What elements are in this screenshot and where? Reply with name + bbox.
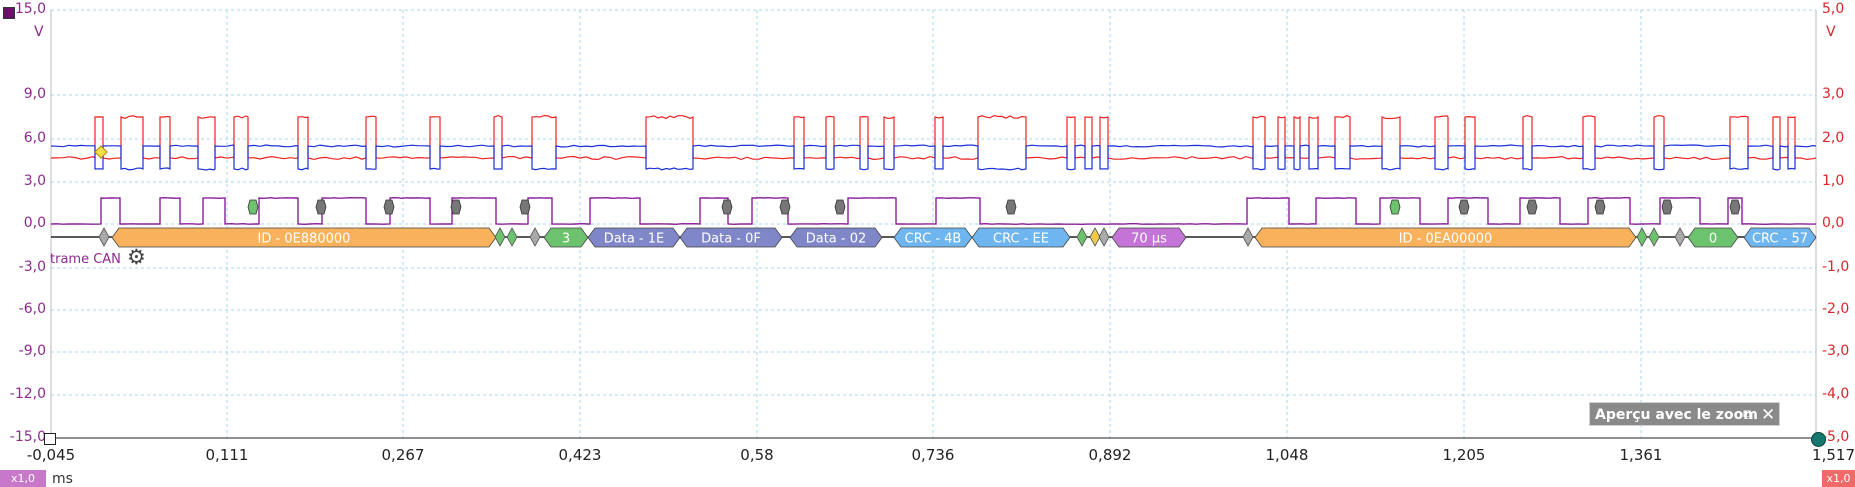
x-axis-tick: 1,361 bbox=[1601, 446, 1681, 464]
bit-marker bbox=[722, 200, 732, 214]
bit-marker bbox=[1662, 200, 1672, 214]
bit-marker bbox=[1730, 200, 1740, 214]
right-axis-tick: -2,0 bbox=[1822, 301, 1855, 317]
x-axis-tick: 1,205 bbox=[1424, 446, 1504, 464]
left-axis-tick: 15,0 bbox=[0, 1, 46, 17]
right-axis-tick: 3,0 bbox=[1822, 86, 1855, 102]
trigger-marker[interactable] bbox=[95, 146, 107, 158]
can-field-separator bbox=[1090, 228, 1100, 246]
right-axis-tick: 1,0 bbox=[1822, 173, 1855, 189]
can-frame-label: ID - 0EA00000 bbox=[1399, 232, 1493, 247]
can-field-separator bbox=[1649, 228, 1659, 246]
left-time-cursor-handle[interactable] bbox=[44, 433, 56, 445]
can-frame-data[interactable]: Data - 0F bbox=[680, 228, 782, 247]
right-axis-unit: V bbox=[1826, 24, 1836, 40]
can-field-separator bbox=[1077, 228, 1087, 246]
can-frame-data[interactable]: Data - 02 bbox=[790, 228, 882, 247]
bit-marker bbox=[316, 200, 326, 214]
x-axis-tick: 1,517 bbox=[1775, 446, 1855, 464]
can-frame-id[interactable]: ID - 0EA00000 bbox=[1255, 228, 1636, 247]
can-frame-id[interactable]: ID - 0E880000 bbox=[112, 228, 496, 247]
can-frame-data[interactable]: Data - 1E bbox=[588, 228, 680, 247]
decoder-label[interactable]: trame CAN bbox=[50, 252, 121, 267]
can-field-separator bbox=[1099, 228, 1109, 246]
bit-marker bbox=[1006, 200, 1016, 214]
oscilloscope-view[interactable]: ID - 0E880000 3 Data - 1E Data - 0F Data - 0… bbox=[0, 0, 1855, 487]
left-axis-tick: 3,0 bbox=[0, 173, 46, 189]
can-frame-len[interactable]: 0 bbox=[1688, 228, 1738, 247]
left-axis-tick: 6,0 bbox=[0, 130, 46, 146]
zoom-overview-panel[interactable]: Aperçu avec le zoom ⧉ ✕ bbox=[1589, 402, 1780, 426]
can-frame-label: 70 µs bbox=[1131, 232, 1167, 247]
can-decoder-bar: ID - 0E880000 3 Data - 1E Data - 0F Data - 0… bbox=[51, 228, 1816, 247]
right-scale-badge[interactable]: x1,0 bbox=[1822, 470, 1855, 487]
right-axis-tick: 5,0 bbox=[1822, 1, 1855, 17]
x-axis-tick: 0,58 bbox=[717, 446, 797, 464]
can-field-separator bbox=[495, 228, 505, 246]
right-time-cursor-handle[interactable] bbox=[1811, 432, 1826, 447]
bit-marker bbox=[835, 200, 845, 214]
x-axis-tick: 0,736 bbox=[893, 446, 973, 464]
left-axis-unit: V bbox=[34, 24, 44, 40]
can-field-separator bbox=[99, 228, 109, 246]
x-axis-tick: 0,892 bbox=[1070, 446, 1150, 464]
bit-marker bbox=[451, 200, 461, 214]
plot-area[interactable]: ID - 0E880000 3 Data - 1E Data - 0F Data - 0… bbox=[0, 0, 1855, 487]
restore-icon[interactable]: ⧉ bbox=[1743, 403, 1753, 427]
right-axis-tick: 2,0 bbox=[1822, 130, 1855, 146]
x-axis-tick: 0,111 bbox=[187, 446, 267, 464]
bit-marker bbox=[520, 200, 530, 214]
bit-marker bbox=[1390, 200, 1400, 214]
bit-marker bbox=[248, 200, 258, 214]
x-axis-tick: -0,045 bbox=[11, 446, 91, 464]
left-axis-tick: -6,0 bbox=[0, 301, 46, 317]
can-frame-label: 3 bbox=[562, 232, 570, 247]
left-axis-tick: -15,0 bbox=[0, 429, 46, 445]
can-field-separator bbox=[1243, 228, 1253, 246]
bit-marker bbox=[1527, 200, 1537, 214]
can-frame-len[interactable]: 3 bbox=[544, 228, 588, 247]
can-frame-crc[interactable]: CRC - EE bbox=[972, 228, 1070, 247]
markers bbox=[95, 146, 1740, 214]
can-frame-label: ID - 0E880000 bbox=[258, 232, 351, 247]
can-field-separator bbox=[1675, 228, 1685, 246]
bit-marker bbox=[1459, 200, 1469, 214]
left-axis-tick: -12,0 bbox=[0, 386, 46, 402]
can-field-separator bbox=[530, 228, 540, 246]
left-axis-tick: 0,0 bbox=[0, 215, 46, 231]
can-frame-label: CRC - 4B bbox=[905, 232, 962, 247]
can-field-separator bbox=[1637, 228, 1647, 246]
bit-marker bbox=[384, 200, 394, 214]
right-axis-tick: -3,0 bbox=[1822, 343, 1855, 359]
can-frame-label: 0 bbox=[1709, 232, 1717, 247]
left-scale-badge[interactable]: x1,0 bbox=[0, 470, 46, 487]
can-frame-label: CRC - 57 bbox=[1752, 232, 1808, 247]
x-axis-unit: ms bbox=[52, 471, 73, 487]
x-axis-tick: 1,048 bbox=[1247, 446, 1327, 464]
can-frame-label: Data - 02 bbox=[806, 232, 867, 247]
x-axis-tick: 0,267 bbox=[363, 446, 443, 464]
left-axis-tick: -9,0 bbox=[0, 343, 46, 359]
can-frame-time[interactable]: 70 µs bbox=[1112, 228, 1186, 247]
can-frame-label: Data - 1E bbox=[604, 232, 664, 247]
can-frame-label: Data - 0F bbox=[701, 232, 761, 247]
x-axis-tick: 0,423 bbox=[540, 446, 620, 464]
left-axis-tick: -3,0 bbox=[0, 259, 46, 275]
zoom-overview-title: Aperçu avec le zoom bbox=[1595, 403, 1758, 427]
close-icon[interactable]: ✕ bbox=[1761, 403, 1775, 427]
can-frame-crc[interactable]: CRC - 4B bbox=[894, 228, 972, 247]
bit-marker bbox=[780, 200, 790, 214]
can-field-separator bbox=[507, 228, 517, 246]
right-axis-tick: -1,0 bbox=[1822, 259, 1855, 275]
right-axis-tick: -4,0 bbox=[1822, 386, 1855, 402]
gear-icon[interactable]: ⚙ bbox=[127, 246, 146, 268]
bit-marker bbox=[1595, 200, 1605, 214]
right-axis-tick: -5,0 bbox=[1822, 429, 1855, 445]
can-frame-crc[interactable]: CRC - 57 bbox=[1744, 228, 1816, 247]
left-axis-tick: 9,0 bbox=[0, 86, 46, 102]
right-axis-tick: 0,0 bbox=[1822, 215, 1855, 231]
can-frame-label: CRC - EE bbox=[993, 232, 1049, 247]
